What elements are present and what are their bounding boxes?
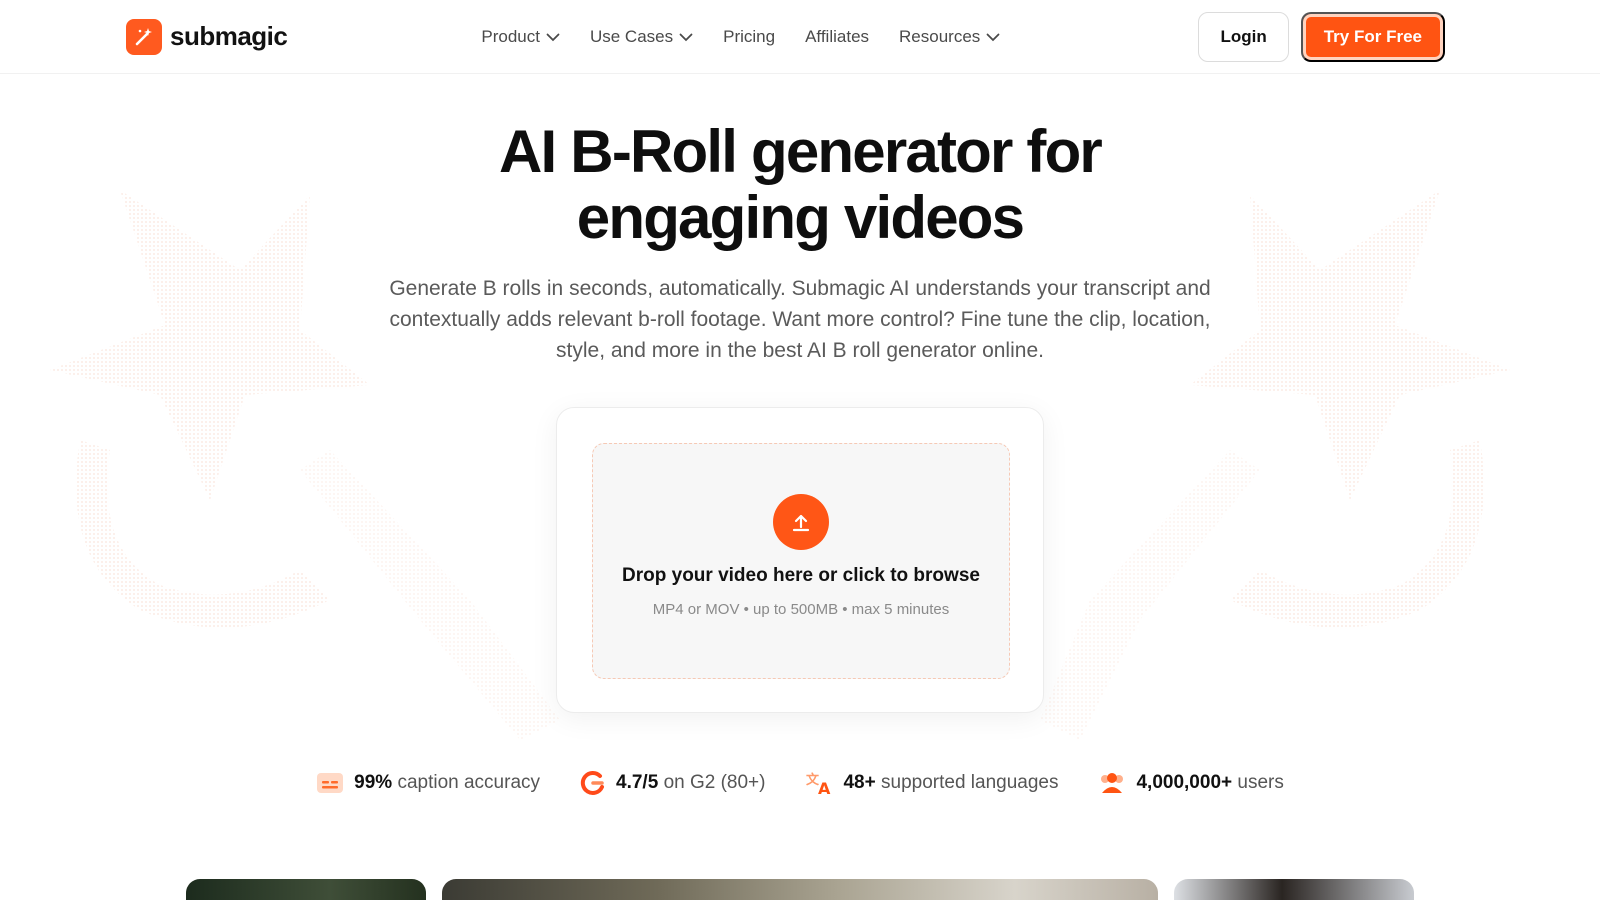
nav-item-resources[interactable]: Resources	[899, 27, 1000, 47]
brand-name: submagic	[170, 21, 288, 51]
nav-item-affiliates[interactable]: Affiliates	[805, 27, 869, 47]
login-button[interactable]: Login	[1198, 11, 1289, 62]
video-previews	[0, 879, 1600, 900]
dropzone-title: Drop your video here or click to browse	[622, 565, 980, 586]
dropzone-file-requirements: MP4 or MOV • up to 500MB • max 5 minutes	[652, 601, 950, 618]
stats-bar: 99% caption accuracy 4.7/5 on G2 (80+) 文…	[0, 770, 1600, 796]
site-header: submagic Product Use Cases Pricing Affil…	[0, 0, 1600, 74]
nav-item-product[interactable]: Product	[481, 27, 560, 47]
caption-icon	[317, 773, 344, 793]
try-for-free-button[interactable]: Try For Free	[1300, 11, 1445, 62]
users-icon	[1101, 773, 1124, 793]
stat-supported-languages: 文 A 48+ supported languages	[806, 772, 1059, 796]
preview-video-thumbnail[interactable]	[186, 879, 426, 900]
stat-caption-accuracy: 99% caption accuracy	[316, 770, 540, 796]
stat-users: 4,000,000+ users	[1098, 770, 1284, 796]
g2-icon	[580, 770, 605, 795]
preview-video-thumbnail[interactable]	[1174, 879, 1414, 900]
translate-icon: 文 A	[806, 772, 831, 796]
header-actions: Login Try For Free	[1198, 11, 1445, 62]
stat-g2-rating: 4.7/5 on G2 (80+)	[580, 770, 765, 796]
preview-video-thumbnail[interactable]	[442, 879, 1158, 900]
nav-item-pricing[interactable]: Pricing	[723, 27, 775, 47]
nav-item-use-cases[interactable]: Use Cases	[590, 27, 693, 47]
page-title: AI B-Roll generator for engaging videos	[499, 118, 1103, 251]
main-nav: Product Use Cases Pricing Affiliates Res…	[481, 27, 1000, 47]
chevron-down-icon	[986, 33, 1000, 42]
chevron-down-icon	[546, 33, 560, 42]
hero-section: AI B-Roll generator for engaging videos …	[0, 119, 1600, 366]
hero-subtitle: Generate B rolls in seconds, automatical…	[389, 277, 1211, 362]
video-dropzone[interactable]: Drop your video here or click to browse …	[592, 443, 1010, 679]
upload-card: Drop your video here or click to browse …	[556, 407, 1044, 713]
chevron-down-icon	[679, 33, 693, 42]
magic-wand-logo-icon	[126, 18, 162, 55]
brand-logo[interactable]: submagic	[126, 18, 288, 55]
upload-icon	[773, 494, 829, 550]
svg-text:A: A	[818, 779, 831, 796]
